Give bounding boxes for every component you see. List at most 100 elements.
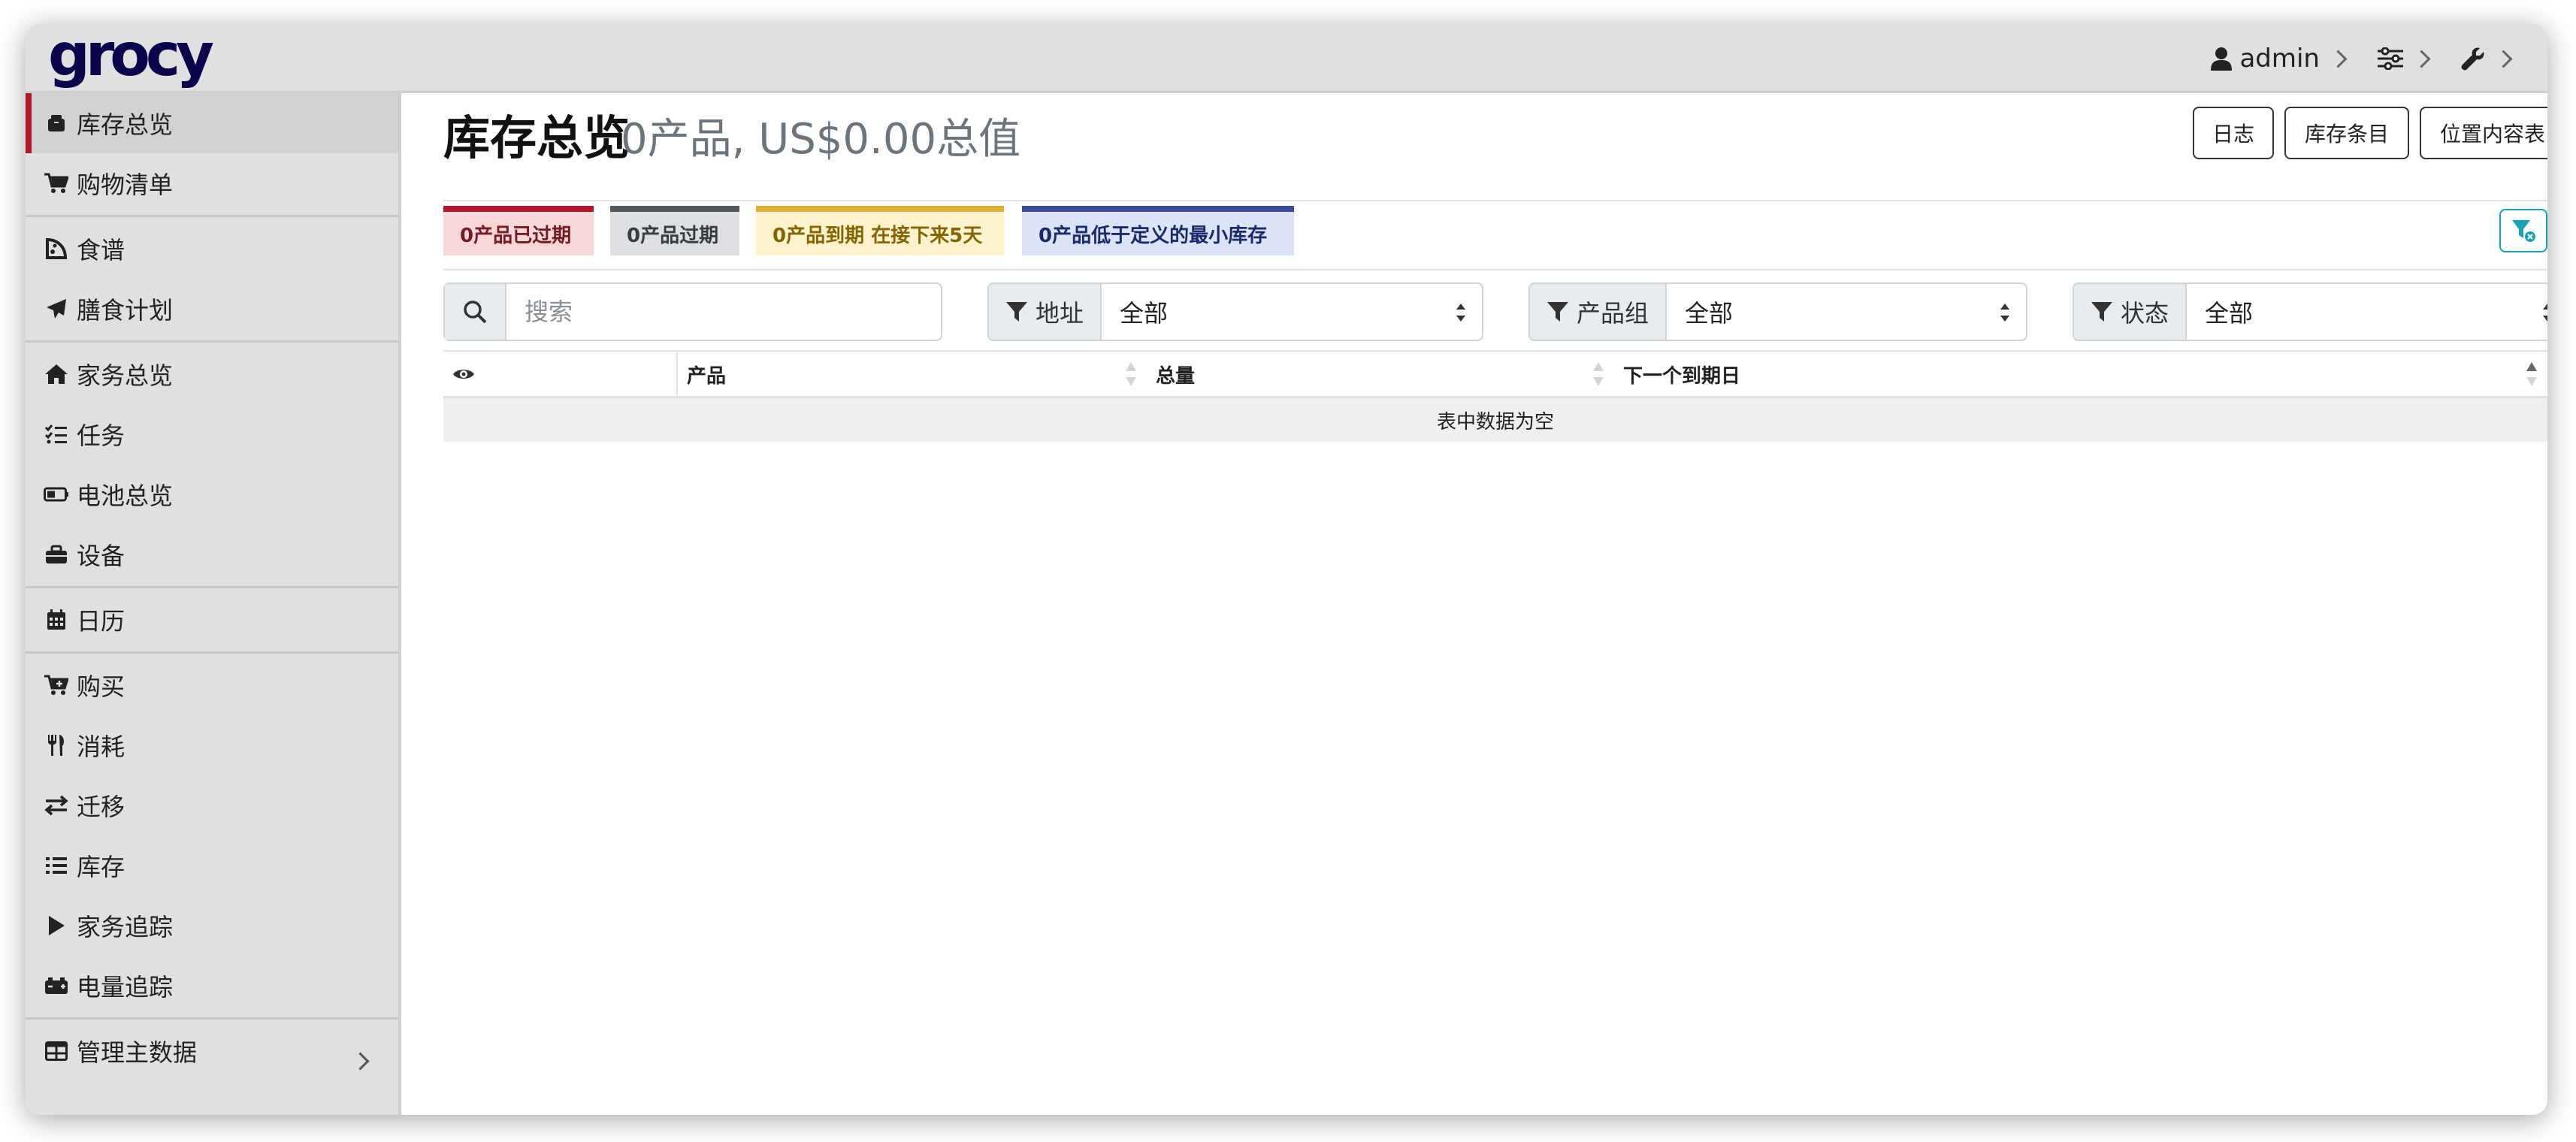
settings-menu[interactable] <box>2378 47 2431 70</box>
sidebar-item-inventory[interactable]: 库存 <box>26 835 398 896</box>
cart-plus-icon <box>44 675 69 696</box>
sidebar-item-label: 日历 <box>77 607 125 636</box>
journal-button[interactable]: 日志 <box>2193 107 2274 159</box>
sort-icon <box>1593 362 1604 386</box>
search-input[interactable] <box>506 284 941 340</box>
overdue-badge[interactable]: 0产品过期 <box>610 206 739 255</box>
sidebar-item-chore-tracking[interactable]: 家务追踪 <box>26 896 398 956</box>
sidebar-item-recipes[interactable]: 食谱 <box>26 219 398 279</box>
product-group-filter-text: 产品组 <box>1577 299 1649 328</box>
play-icon <box>44 915 69 936</box>
location-content-sheet-button[interactable]: 位置内容表 <box>2420 107 2547 159</box>
below-min-stock-badge[interactable]: 0产品低于定义的最小库存 <box>1022 206 1294 255</box>
select-arrows-icon <box>2543 302 2547 323</box>
sidebar-item-label: 消耗 <box>77 733 125 761</box>
stock-entries-button[interactable]: 库存条目 <box>2284 107 2409 159</box>
location-select-value: 全部 <box>1120 299 1169 328</box>
sidebar-item-meal-plan[interactable]: 膳食计划 <box>26 279 398 339</box>
sidebar-item-shopping-list[interactable]: 购物清单 <box>26 153 398 213</box>
select-arrows-icon <box>2000 302 2009 323</box>
filter-icon <box>2091 302 2112 322</box>
eye-icon <box>453 370 474 379</box>
select-arrows-icon <box>1456 302 1465 323</box>
status-select[interactable]: 全部 <box>2187 284 2547 340</box>
filter-icon <box>2512 220 2535 242</box>
sidebar-item-label: 管理主数据 <box>77 1038 198 1067</box>
divider <box>443 200 2547 201</box>
page-subtitle: 0产品, US$0.00总值 <box>621 115 1021 164</box>
due-soon-badge[interactable]: 0产品到期 在接下来5天 <box>756 206 1004 255</box>
expired-badge[interactable]: 0产品已过期 <box>443 206 594 255</box>
user-icon <box>2211 47 2233 71</box>
sidebar-item-label: 任务 <box>77 421 125 450</box>
filter-icon <box>1006 302 1027 322</box>
location-filter-label: 地址 <box>989 284 1102 340</box>
chevron-right-icon <box>2494 49 2513 68</box>
sidebar-divider <box>26 1017 398 1020</box>
sliders-icon <box>2378 47 2403 70</box>
user-menu[interactable]: admin <box>2211 44 2348 74</box>
grocy-logo[interactable]: grocy <box>48 26 214 86</box>
utensils-icon <box>44 734 69 757</box>
search-group <box>443 282 942 341</box>
chevron-right-icon <box>2329 49 2348 68</box>
sidebar-item-purchase[interactable]: 购买 <box>26 655 398 715</box>
status-filter[interactable]: 状态 全部 <box>2073 282 2547 341</box>
location-filter[interactable]: 地址 全部 <box>987 282 1483 341</box>
search-icon <box>445 284 506 340</box>
column-header-amount[interactable]: 总量 <box>1147 352 1614 397</box>
sidebar-divider <box>26 586 398 588</box>
box-icon <box>44 114 69 132</box>
product-group-filter-label: 产品组 <box>1530 284 1667 340</box>
column-header-next-due-date[interactable]: 下一个到期日 <box>1614 352 2547 397</box>
chevron-right-icon <box>349 1045 370 1074</box>
user-name: admin <box>2239 44 2320 74</box>
product-group-select[interactable]: 全部 <box>1667 284 2026 340</box>
sidebar-item-chores-overview[interactable]: 家务总览 <box>26 344 398 404</box>
column-header-label: 总量 <box>1156 364 1196 388</box>
pizza-icon <box>44 238 69 259</box>
exchange-icon <box>44 795 69 816</box>
top-nav-right: admin <box>2211 24 2513 93</box>
car-battery-icon <box>44 977 69 995</box>
sidebar-item-label: 设备 <box>77 542 125 570</box>
sidebar-item-tasks[interactable]: 任务 <box>26 404 398 464</box>
sidebar-item-stock-overview[interactable]: 库存总览 <box>26 93 398 153</box>
sidebar-item-equipment[interactable]: 设备 <box>26 524 398 585</box>
main-content: 库存总览 0产品, US$0.00总值 日志 库存条目 位置内容表 0产品已过期… <box>416 93 2547 1115</box>
sidebar-item-batteries-overview[interactable]: 电池总览 <box>26 464 398 524</box>
location-select[interactable]: 全部 <box>1102 284 1482 340</box>
sidebar-item-label: 库存 <box>77 853 125 881</box>
sidebar-item-calendar[interactable]: 日历 <box>26 590 398 650</box>
table-filter-button[interactable] <box>2499 209 2547 252</box>
status-filter-text: 状态 <box>2121 299 2169 328</box>
list-icon <box>44 856 69 875</box>
status-select-value: 全部 <box>2205 299 2254 328</box>
sidebar-item-label: 电池总览 <box>77 482 174 510</box>
product-group-filter[interactable]: 产品组 全部 <box>1528 282 2027 341</box>
battery-icon <box>44 487 69 502</box>
column-visibility-header[interactable] <box>443 352 678 397</box>
paper-plane-icon <box>44 298 69 319</box>
app-window: grocy admin 库存总览 购物清单 食谱 膳食计划 家务总览 任务 电池… <box>26 24 2547 1115</box>
tools-menu[interactable] <box>2461 47 2513 71</box>
sidebar-divider <box>26 651 398 654</box>
calendar-icon <box>44 609 69 630</box>
page-title: 库存总览 <box>443 110 630 165</box>
status-filter-label: 状态 <box>2074 284 2187 340</box>
column-header-product[interactable]: 产品 <box>678 352 1147 397</box>
tasks-icon <box>44 424 69 444</box>
sidebar-item-label: 家务追踪 <box>77 913 174 941</box>
sidebar-item-consume[interactable]: 消耗 <box>26 715 398 775</box>
table-empty-row: 表中数据为空 <box>443 398 2547 442</box>
sidebar-divider <box>26 340 398 343</box>
sidebar-item-transfer[interactable]: 迁移 <box>26 775 398 835</box>
toolbox-icon <box>44 545 69 564</box>
sidebar-item-master-data[interactable]: 管理主数据 <box>26 1021 398 1081</box>
product-group-select-value: 全部 <box>1685 299 1734 328</box>
column-header-label: 下一个到期日 <box>1623 364 1741 388</box>
chevron-right-icon <box>2412 49 2431 68</box>
sidebar-item-battery-tracking[interactable]: 电量追踪 <box>26 956 398 1016</box>
home-icon <box>44 364 69 385</box>
sort-asc-icon <box>2526 362 2537 386</box>
